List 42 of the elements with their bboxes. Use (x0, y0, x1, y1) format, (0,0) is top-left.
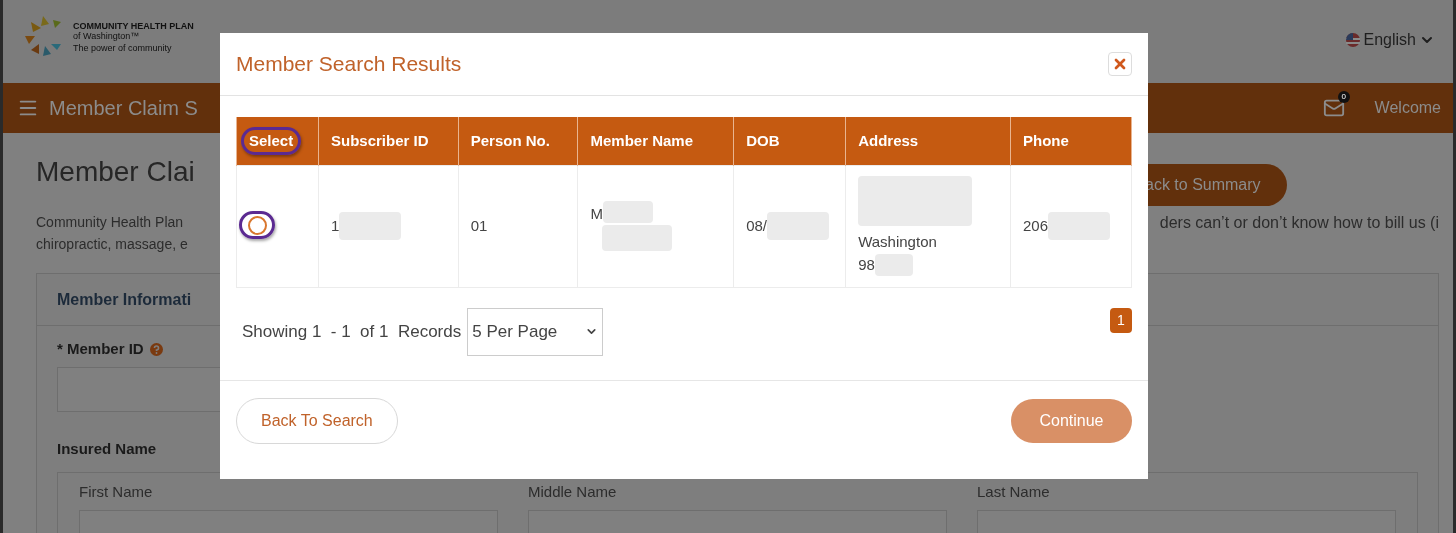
mail-icon[interactable] (1322, 97, 1345, 119)
records-summary: Showing 1 - 1 of 1 Records (242, 320, 462, 343)
per-page-select[interactable]: 5 Per Page (467, 307, 604, 356)
close-icon (1112, 56, 1128, 72)
column-header: Address (845, 117, 1011, 165)
column-header: Person No. (458, 117, 578, 165)
column-header: Select (236, 117, 319, 165)
help-icon[interactable] (149, 342, 163, 356)
column-header: DOB (733, 117, 846, 165)
table-cell-text: 08/ (746, 215, 768, 236)
page-title: Member Clai (36, 155, 195, 189)
logo-subtitle: of Washington™ (73, 31, 141, 41)
field-label: Last Name (977, 482, 1051, 502)
nav-title: Member Claim S (49, 96, 198, 121)
column-header: Phone (1010, 117, 1132, 165)
page-button[interactable]: 1 (1110, 307, 1132, 333)
table-cell-text: 1 (330, 215, 340, 236)
dialog-title: Member Search Results (236, 51, 462, 78)
field-label: * Member ID (57, 339, 144, 359)
field-label: First Name (79, 482, 154, 502)
field-label: Insured Name (57, 438, 158, 459)
section-title: Member Informati (57, 289, 192, 310)
logo-name: COMMUNITY HEALTH PLAN (73, 21, 194, 31)
table-cell-text: 98 (858, 254, 875, 275)
close-button[interactable] (1108, 52, 1132, 76)
mail-count-badge: 0 (1337, 91, 1350, 103)
intro-text: chiropractic, massage, e (36, 235, 188, 254)
table-cell-text: 206 (1023, 215, 1049, 236)
flag-icon (1344, 32, 1361, 48)
radio-button[interactable] (247, 215, 267, 235)
intro-text: ders can’t or don’t know how to bill us (i (1159, 213, 1439, 233)
column-header: Member Name (578, 117, 734, 165)
table-cell-text: 01 (470, 216, 488, 234)
field-label: Middle Name (528, 482, 618, 502)
table-cell-text: M (590, 203, 603, 224)
logo-tagline: The power of community (73, 43, 173, 53)
table-cell-text: Washington (858, 232, 938, 252)
language-selector[interactable]: English (1344, 28, 1435, 52)
intro-text: Community Health Plan (36, 213, 185, 232)
column-header: Subscriber ID (318, 117, 459, 165)
continue-button[interactable]: Continue (1011, 398, 1132, 443)
welcome-text: Welcome (1374, 98, 1441, 118)
